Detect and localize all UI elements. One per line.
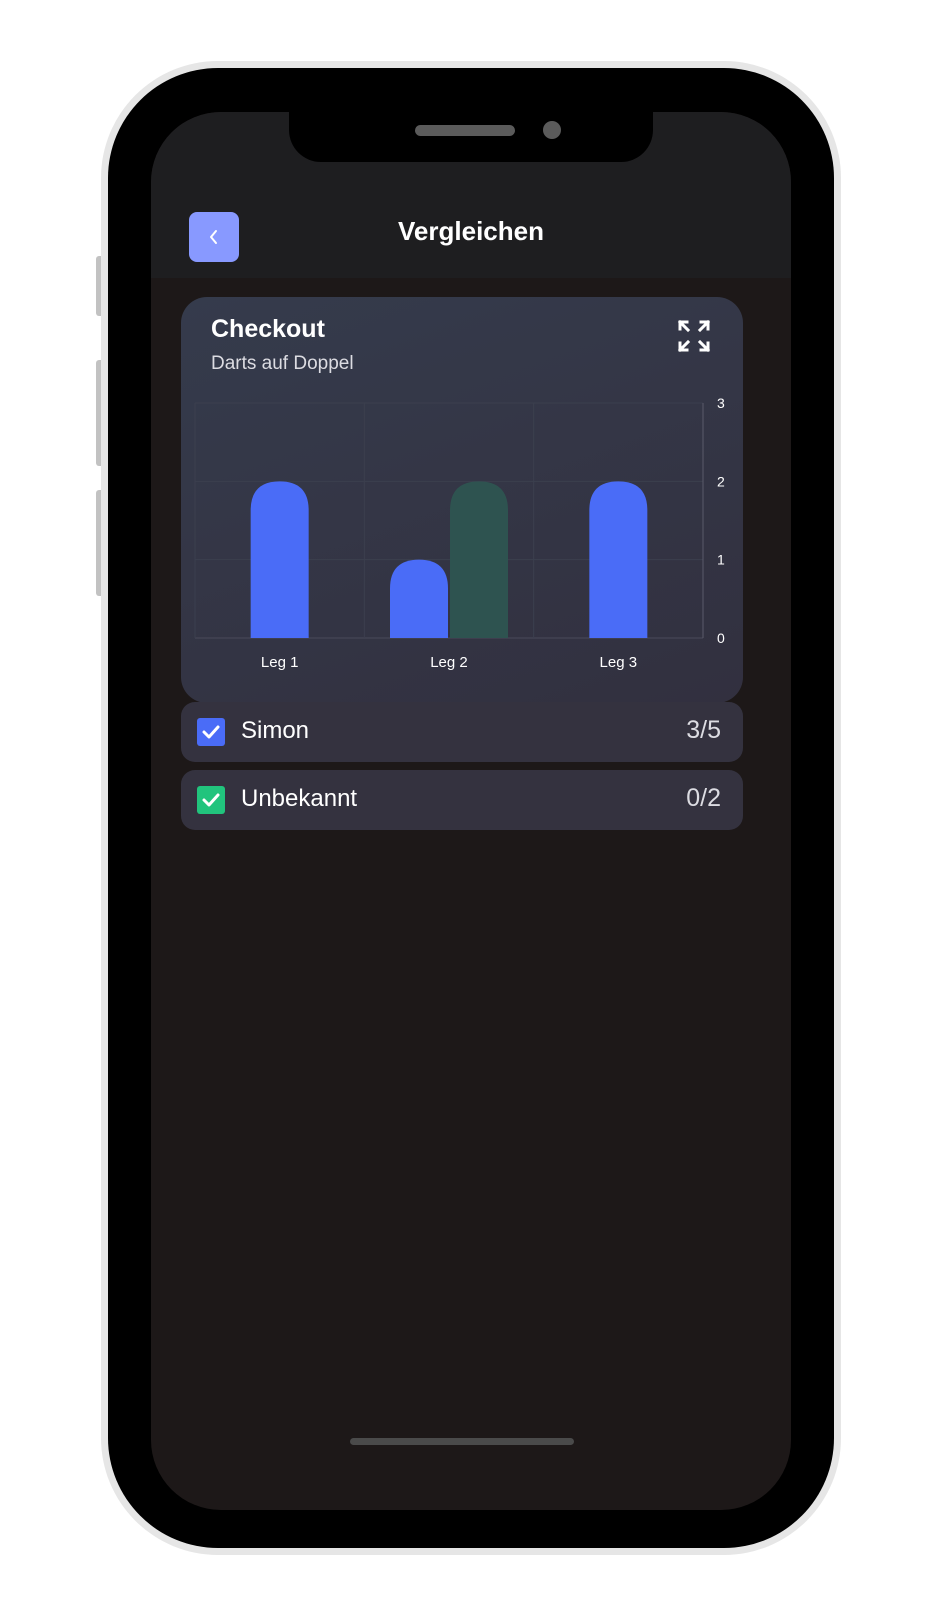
x-tick-label: Leg 1 — [261, 654, 299, 671]
bar-1 — [390, 559, 448, 638]
front-camera — [543, 121, 561, 139]
notch — [289, 112, 653, 162]
player-2-name: Unbekannt — [241, 785, 358, 812]
page-title: Vergleichen — [398, 216, 544, 246]
player-1-name: Simon — [241, 717, 310, 744]
phone-screen: Vergleichen Checkout Darts auf Doppel 01… — [151, 112, 791, 1510]
player-2-score: 0/2 — [686, 784, 721, 812]
check-icon — [202, 793, 220, 807]
volume-down-button — [96, 490, 104, 596]
y-tick-label: 0 — [717, 630, 725, 646]
home-indicator — [350, 1438, 574, 1445]
y-tick-label: 3 — [717, 395, 725, 411]
x-tick-label: Leg 3 — [600, 654, 638, 671]
x-tick-label: Leg 2 — [430, 654, 468, 671]
legend-row-player-1[interactable]: Simon 3/5 — [181, 702, 743, 762]
mute-switch — [96, 256, 104, 316]
checkout-chart-card: Checkout Darts auf Doppel 0 1 2 3 Leg 1 Leg 2… — [181, 297, 743, 703]
bar-2 — [450, 481, 508, 638]
y-tick-label: 1 — [717, 552, 725, 568]
bar-chart: 0 1 2 3 Leg 1 Leg 2 Leg 3 — [194, 395, 725, 671]
bar-1 — [589, 481, 648, 638]
player-1-score: 3/5 — [686, 716, 721, 744]
legend-row-player-2[interactable]: Unbekannt 0/2 — [181, 770, 743, 830]
check-icon — [202, 725, 220, 739]
player-2-checkbox[interactable] — [197, 786, 225, 814]
bar-1 — [250, 481, 309, 638]
volume-up-button — [96, 360, 104, 466]
player-1-checkbox[interactable] — [197, 718, 225, 746]
speaker — [415, 125, 515, 136]
y-tick-label: 2 — [717, 473, 725, 489]
